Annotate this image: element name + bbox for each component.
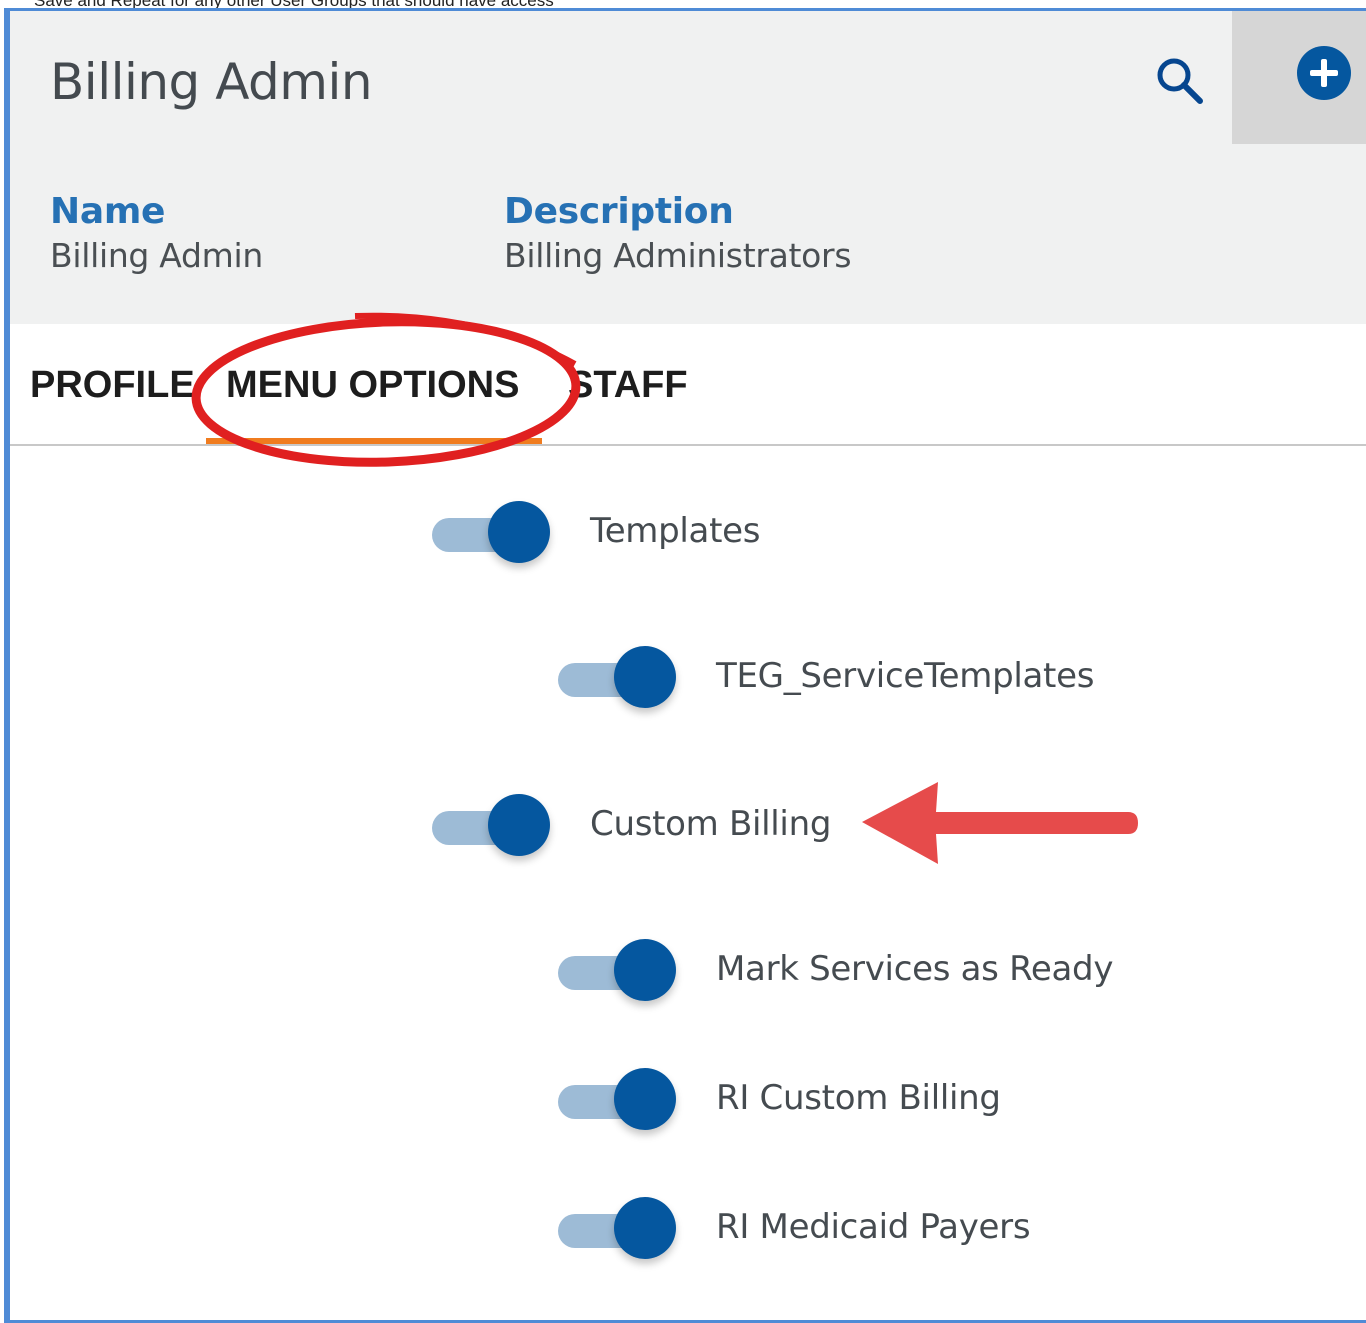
tab-bar: PROFILE MENU OPTIONS STAFF — [10, 324, 1366, 446]
toggle-switch[interactable] — [430, 501, 554, 567]
menu-option-label: RI Custom Billing — [716, 1078, 1001, 1118]
tab-menu-options[interactable]: MENU OPTIONS — [226, 364, 519, 407]
menu-option-label: Custom Billing — [590, 804, 832, 844]
search-icon — [1157, 58, 1203, 104]
description-field: Description Billing Administrators — [504, 191, 852, 275]
search-button[interactable] — [1150, 51, 1210, 111]
toggle-knob — [488, 794, 550, 856]
name-label: Name — [50, 191, 166, 232]
add-circle-icon — [1297, 46, 1351, 100]
tab-staff[interactable]: STAFF — [568, 364, 688, 407]
description-value: Billing Administrators — [504, 236, 852, 275]
name-field: Name Billing Admin — [50, 191, 263, 275]
active-tab-indicator — [206, 438, 542, 444]
add-button[interactable] — [1232, 11, 1366, 144]
description-label: Description — [504, 191, 734, 232]
toggle-switch[interactable] — [556, 1068, 680, 1134]
menu-option-label: Templates — [590, 511, 761, 551]
toggle-knob — [614, 1068, 676, 1130]
header: Billing Admin Name Billing Admin Descrip… — [10, 11, 1366, 324]
toggle-knob — [488, 501, 550, 563]
toggle-switch[interactable] — [556, 646, 680, 712]
annotation-arrow — [862, 782, 1138, 864]
menu-option-label: TEG_ServiceTemplates — [716, 656, 1095, 696]
menu-option-label: RI Medicaid Payers — [716, 1207, 1031, 1247]
menu-option-label: Mark Services as Ready — [716, 949, 1114, 989]
page-title: Billing Admin — [50, 53, 373, 111]
toggle-switch[interactable] — [430, 794, 554, 860]
app-window: Billing Admin Name Billing Admin Descrip… — [4, 8, 1366, 1323]
name-value: Billing Admin — [50, 236, 263, 275]
toggle-switch[interactable] — [556, 939, 680, 1005]
toggle-knob — [614, 646, 676, 708]
toggle-knob — [614, 1197, 676, 1259]
tab-profile[interactable]: PROFILE — [30, 364, 195, 407]
toggle-knob — [614, 939, 676, 1001]
toggle-switch[interactable] — [556, 1197, 680, 1263]
